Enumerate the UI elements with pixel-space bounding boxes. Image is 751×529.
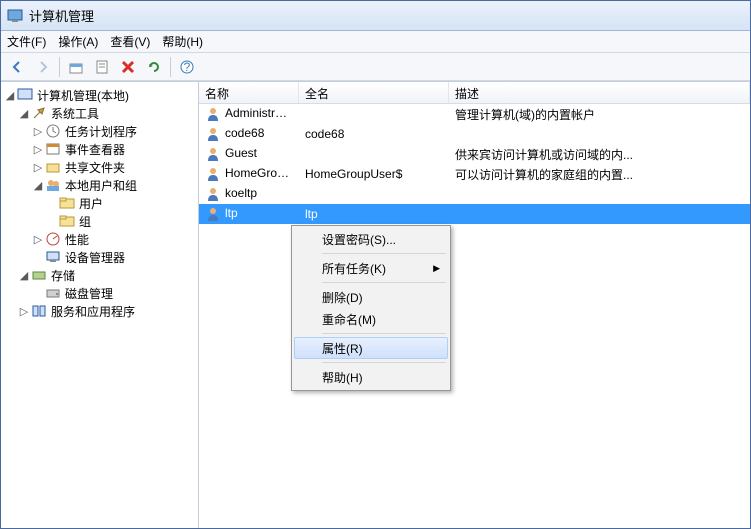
tree-performance[interactable]: ▷ 性能 <box>1 230 198 248</box>
user-icon <box>205 146 221 162</box>
user-icon <box>205 126 221 142</box>
tree-groups[interactable]: 组 <box>1 212 198 230</box>
menu-sep <box>322 333 446 334</box>
tree-sharedfolders[interactable]: ▷ 共享文件夹 <box>1 158 198 176</box>
disk-icon <box>45 285 61 301</box>
delete-button[interactable] <box>116 55 140 79</box>
list-panel: 名称 全名 描述 Administrat...管理计算机(域)的内置帐户code… <box>199 82 750 528</box>
context-menu: 设置密码(S)... 所有任务(K)▶ 删除(D) 重命名(M) 属性(R) 帮… <box>291 225 451 391</box>
cell-name: Guest <box>225 146 257 160</box>
list-row[interactable]: Guest 供来宾访问计算机或访问域的内... <box>199 144 750 164</box>
help-button[interactable]: ? <box>175 55 199 79</box>
content: ◢ 计算机管理(本地) ◢ 系统工具 ▷ 任务计划程序 ▷ 事件查看器 ▷ <box>1 81 750 528</box>
list-row[interactable]: code68 code68 <box>199 124 750 144</box>
col-desc[interactable]: 描述 <box>449 82 750 103</box>
cell-name: Administrat... <box>225 106 295 120</box>
storage-icon <box>31 267 47 283</box>
expand-icon[interactable]: ▷ <box>31 233 45 246</box>
menu-sep <box>322 253 446 254</box>
tree-devmgr[interactable]: 设备管理器 <box>1 248 198 266</box>
expand-icon[interactable]: ▷ <box>31 143 45 156</box>
tree-systools[interactable]: ◢ 系统工具 <box>1 104 198 122</box>
collapse-icon[interactable]: ◢ <box>3 89 17 102</box>
toolbar: ? <box>1 53 750 81</box>
expand-icon[interactable]: ▷ <box>17 305 31 318</box>
menu-action[interactable]: 操作(A) <box>58 33 98 50</box>
tree-eventviewer[interactable]: ▷ 事件查看器 <box>1 140 198 158</box>
tree-services[interactable]: ▷ 服务和应用程序 <box>1 302 198 320</box>
cell-name: ltp <box>225 206 238 220</box>
tree-localusers[interactable]: ◢ 本地用户和组 <box>1 176 198 194</box>
shared-icon <box>45 159 61 175</box>
ctx-properties[interactable]: 属性(R) <box>294 337 448 359</box>
menubar: 文件(F) 操作(A) 查看(V) 帮助(H) <box>1 31 750 53</box>
forward-button[interactable] <box>31 55 55 79</box>
tree-panel[interactable]: ◢ 计算机管理(本地) ◢ 系统工具 ▷ 任务计划程序 ▷ 事件查看器 ▷ <box>1 82 199 528</box>
back-button[interactable] <box>5 55 29 79</box>
computer-icon <box>17 87 33 103</box>
cell-desc: 管理计算机(域)的内置帐户 <box>449 106 750 123</box>
list-row[interactable]: Administrat... 管理计算机(域)的内置帐户 <box>199 104 750 124</box>
ctx-rename[interactable]: 重命名(M) <box>294 308 448 330</box>
user-icon <box>205 206 221 222</box>
user-icon <box>205 166 221 182</box>
cell-fullname: ltp <box>299 207 449 221</box>
user-icon <box>205 106 221 122</box>
titlebar: 计算机管理 <box>1 1 750 31</box>
tree-taskscheduler[interactable]: ▷ 任务计划程序 <box>1 122 198 140</box>
ctx-setpassword[interactable]: 设置密码(S)... <box>294 228 448 250</box>
tree-diskmgmt[interactable]: 磁盘管理 <box>1 284 198 302</box>
collapse-icon[interactable]: ◢ <box>17 269 31 282</box>
cell-desc: 可以访问计算机的家庭组的内置... <box>449 166 750 183</box>
cell-name: code68 <box>225 126 264 140</box>
tree-root[interactable]: ◢ 计算机管理(本地) <box>1 86 198 104</box>
up-button[interactable] <box>64 55 88 79</box>
list-row[interactable]: HomeGrou... HomeGroupUser$可以访问计算机的家庭组的内置.… <box>199 164 750 184</box>
list-row[interactable]: koeltp <box>199 184 750 204</box>
folder-icon <box>59 195 75 211</box>
perf-icon <box>45 231 61 247</box>
ctx-help[interactable]: 帮助(H) <box>294 366 448 388</box>
tree-users[interactable]: 用户 <box>1 194 198 212</box>
cell-fullname: code68 <box>299 127 449 141</box>
device-icon <box>45 249 61 265</box>
services-icon <box>31 303 47 319</box>
menu-sep <box>322 362 446 363</box>
ctx-delete[interactable]: 删除(D) <box>294 286 448 308</box>
window: 计算机管理 文件(F) 操作(A) 查看(V) 帮助(H) ? ◢ 计算机管理(… <box>0 0 751 529</box>
menu-view[interactable]: 查看(V) <box>110 33 150 50</box>
app-icon <box>7 8 23 24</box>
list-row[interactable]: ltp ltp <box>199 204 750 224</box>
collapse-icon[interactable]: ◢ <box>31 179 45 192</box>
col-name[interactable]: 名称 <box>199 82 299 103</box>
folder-icon <box>59 213 75 229</box>
user-icon <box>205 186 221 202</box>
tools-icon <box>31 105 47 121</box>
clock-icon <box>45 123 61 139</box>
col-fullname[interactable]: 全名 <box>299 82 449 103</box>
menu-help[interactable]: 帮助(H) <box>162 33 203 50</box>
toolbar-sep <box>59 57 60 77</box>
cell-desc: 供来宾访问计算机或访问域的内... <box>449 146 750 163</box>
expand-icon[interactable]: ▷ <box>31 161 45 174</box>
users-icon <box>45 177 61 193</box>
ctx-alltasks[interactable]: 所有任务(K)▶ <box>294 257 448 279</box>
event-icon <box>45 141 61 157</box>
submenu-arrow-icon: ▶ <box>433 263 440 274</box>
menu-file[interactable]: 文件(F) <box>7 33 46 50</box>
cell-name: HomeGrou... <box>225 166 294 180</box>
svg-text:?: ? <box>184 60 191 74</box>
cell-fullname: HomeGroupUser$ <box>299 167 449 181</box>
window-title: 计算机管理 <box>29 6 94 25</box>
collapse-icon[interactable]: ◢ <box>17 107 31 120</box>
tree-storage[interactable]: ◢ 存储 <box>1 266 198 284</box>
properties-button[interactable] <box>90 55 114 79</box>
expand-icon[interactable]: ▷ <box>31 125 45 138</box>
menu-sep <box>322 282 446 283</box>
list-header: 名称 全名 描述 <box>199 82 750 104</box>
toolbar-sep <box>170 57 171 77</box>
cell-name: koeltp <box>225 186 257 200</box>
refresh-button[interactable] <box>142 55 166 79</box>
